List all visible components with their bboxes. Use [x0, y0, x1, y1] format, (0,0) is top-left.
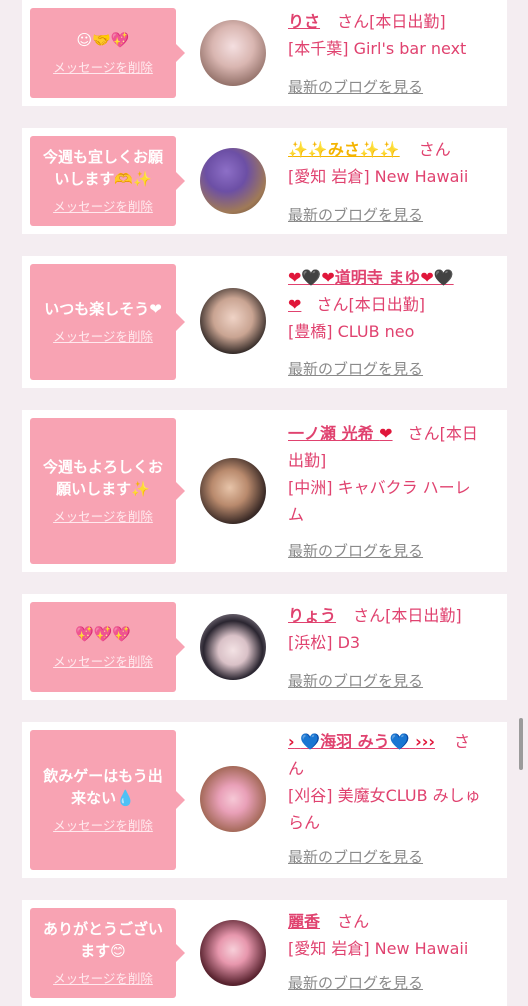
delete-message-link[interactable]: メッセージを削除 — [53, 326, 153, 345]
cast-name-text: 海羽 みう — [320, 732, 390, 751]
honorific: さん — [337, 912, 370, 931]
message-bubble: いつも楽しそう❤ メッセージを削除 — [30, 264, 185, 380]
cast-name-link[interactable]: ✨✨みさ✨✨ — [288, 140, 400, 159]
cast-info: りょう さん[本日出勤] [浜松] D3 — [288, 602, 500, 656]
message-bubble: ありがとうございます😊 メッセージを削除 — [30, 908, 185, 998]
latest-blog-link[interactable]: 最新のブログを見る — [288, 76, 423, 97]
latest-blog-link[interactable]: 最新のブログを見る — [288, 358, 423, 379]
honorific: ん — [288, 759, 305, 778]
message-bubble: 💖💖💖 メッセージを削除 — [30, 602, 185, 692]
message-card: 今週も宜しくお願いします🫶✨ メッセージを削除 ✨✨みさ✨✨ さん [愛知 岩倉… — [22, 128, 507, 234]
cast-name-text: 道明寺 まゆ — [334, 268, 421, 287]
message-text: いつも楽しそう❤ — [44, 299, 162, 318]
status-text: [本日出勤] — [348, 295, 426, 314]
cast-name-link[interactable]: りょう — [288, 606, 336, 625]
honorific: さん — [407, 424, 440, 443]
heart-decoration: ❤🖤❤ — [288, 268, 335, 287]
latest-blog-link[interactable]: 最新のブログを見る — [288, 670, 423, 691]
avatar[interactable] — [200, 288, 266, 354]
heart-decoration: ❤ — [288, 295, 302, 314]
cast-info: りさ さん[本日出勤] [本千葉] Girl's bar next — [288, 8, 500, 62]
shop-text: [本千葉] Girl's bar next — [288, 39, 467, 58]
shop-text: らん — [288, 813, 321, 832]
message-text: 💖💖💖 — [74, 624, 132, 643]
message-bubble: 今週も宜しくお願いします🫶✨ メッセージを削除 — [30, 136, 185, 226]
message-card: いつも楽しそう❤ メッセージを削除 ❤🖤❤道明寺 まゆ❤🖤 ❤ さん[本日出勤] … — [22, 256, 507, 388]
message-card: 今週もよろしくお願いします✨ メッセージを削除 一ノ瀬 光希 ❤ さん[本日 出… — [22, 410, 507, 572]
delete-message-link[interactable]: メッセージを削除 — [53, 651, 153, 670]
avatar[interactable] — [200, 766, 266, 832]
message-card: ありがとうございます😊 メッセージを削除 麗香 さん [愛知 岩倉] New H… — [22, 900, 507, 1006]
cast-info: ✨✨みさ✨✨ さん [愛知 岩倉] New Hawaii — [288, 136, 500, 190]
message-text: ありがとうございます😊 — [42, 919, 163, 960]
cast-name-link[interactable]: りさ — [288, 12, 320, 31]
message-text: 今週もよろしくお願いします✨ — [42, 457, 163, 498]
delete-message-link[interactable]: メッセージを削除 — [53, 506, 153, 525]
arrow-decoration: ››› — [415, 732, 435, 751]
avatar[interactable] — [200, 614, 266, 680]
shop-text: [豊橋] CLUB neo — [288, 322, 415, 341]
status-text: [本日出勤] — [385, 606, 462, 625]
status-text: 出勤] — [288, 451, 327, 470]
cast-info: 一ノ瀬 光希 ❤ さん[本日 出勤] [中洲] キャバクラ ハーレ ム — [288, 420, 500, 528]
shop-text: [中洲] キャバクラ ハーレ — [288, 478, 471, 497]
delete-message-link[interactable]: メッセージを削除 — [53, 196, 153, 215]
message-text: ☺🤝💖 — [76, 30, 130, 49]
delete-message-link[interactable]: メッセージを削除 — [53, 815, 153, 834]
delete-message-link[interactable]: メッセージを削除 — [53, 968, 153, 987]
latest-blog-link[interactable]: 最新のブログを見る — [288, 846, 423, 867]
message-text: 今週も宜しくお願いします🫶✨ — [42, 147, 163, 188]
avatar[interactable] — [200, 20, 266, 86]
status-text: [本日 — [439, 424, 478, 443]
delete-message-link[interactable]: メッセージを削除 — [53, 57, 153, 76]
honorific: さん — [316, 295, 349, 314]
message-card: ☺🤝💖 メッセージを削除 りさ さん[本日出勤] [本千葉] Girl's ba… — [22, 0, 507, 106]
cast-info: 麗香 さん [愛知 岩倉] New Hawaii — [288, 908, 500, 962]
message-text: 飲みゲーはもう出来ない💧 — [43, 766, 163, 807]
vertical-scrollbar[interactable] — [519, 718, 523, 770]
cast-name-link[interactable]: › 💙海羽 みう💙 ››› — [288, 732, 435, 751]
honorific: さん — [353, 606, 386, 625]
heart-decoration: ❤ — [379, 424, 393, 443]
shop-text: [愛知 岩倉] New Hawaii — [288, 167, 469, 186]
message-bubble: 今週もよろしくお願いします✨ メッセージを削除 — [30, 418, 185, 564]
latest-blog-link[interactable]: 最新のブログを見る — [288, 204, 423, 225]
latest-blog-link[interactable]: 最新のブログを見る — [288, 540, 423, 561]
cast-info: ❤🖤❤道明寺 まゆ❤🖤 ❤ さん[本日出勤] [豊橋] CLUB neo — [288, 264, 500, 345]
message-card: 飲みゲーはもう出来ない💧 メッセージを削除 › 💙海羽 みう💙 ››› さ ん … — [22, 722, 507, 878]
cast-name-text: 一ノ瀬 光希 — [288, 424, 380, 443]
avatar[interactable] — [200, 458, 266, 524]
shop-text: [刈谷] 美魔女CLUB みしゅ — [288, 786, 481, 805]
arrow-decoration: › — [288, 732, 295, 751]
message-bubble: 飲みゲーはもう出来ない💧 メッセージを削除 — [30, 730, 185, 870]
latest-blog-link[interactable]: 最新のブログを見る — [288, 972, 423, 993]
honorific: さん — [337, 12, 370, 31]
avatar[interactable] — [200, 920, 266, 986]
shop-text: ム — [288, 505, 305, 524]
honorific: さん — [418, 140, 451, 159]
status-text: [本日出勤] — [369, 12, 446, 31]
cast-name-link[interactable]: 一ノ瀬 光希 ❤ — [288, 424, 393, 443]
cast-name-link[interactable]: 麗香 — [288, 912, 320, 931]
heart-decoration: ❤🖤 — [420, 268, 454, 287]
message-bubble: ☺🤝💖 メッセージを削除 — [30, 8, 185, 98]
cast-info: › 💙海羽 みう💙 ››› さ ん [刈谷] 美魔女CLUB みしゅ らん — [288, 728, 500, 836]
heart-decoration: 💙 — [389, 732, 410, 751]
message-card: 💖💖💖 メッセージを削除 りょう さん[本日出勤] [浜松] D3 最新のブログ… — [22, 594, 507, 700]
avatar[interactable] — [200, 148, 266, 214]
honorific: さ — [454, 732, 471, 751]
shop-text: [愛知 岩倉] New Hawaii — [288, 939, 469, 958]
heart-decoration: 💙 — [300, 732, 321, 751]
shop-text: [浜松] D3 — [288, 633, 361, 652]
